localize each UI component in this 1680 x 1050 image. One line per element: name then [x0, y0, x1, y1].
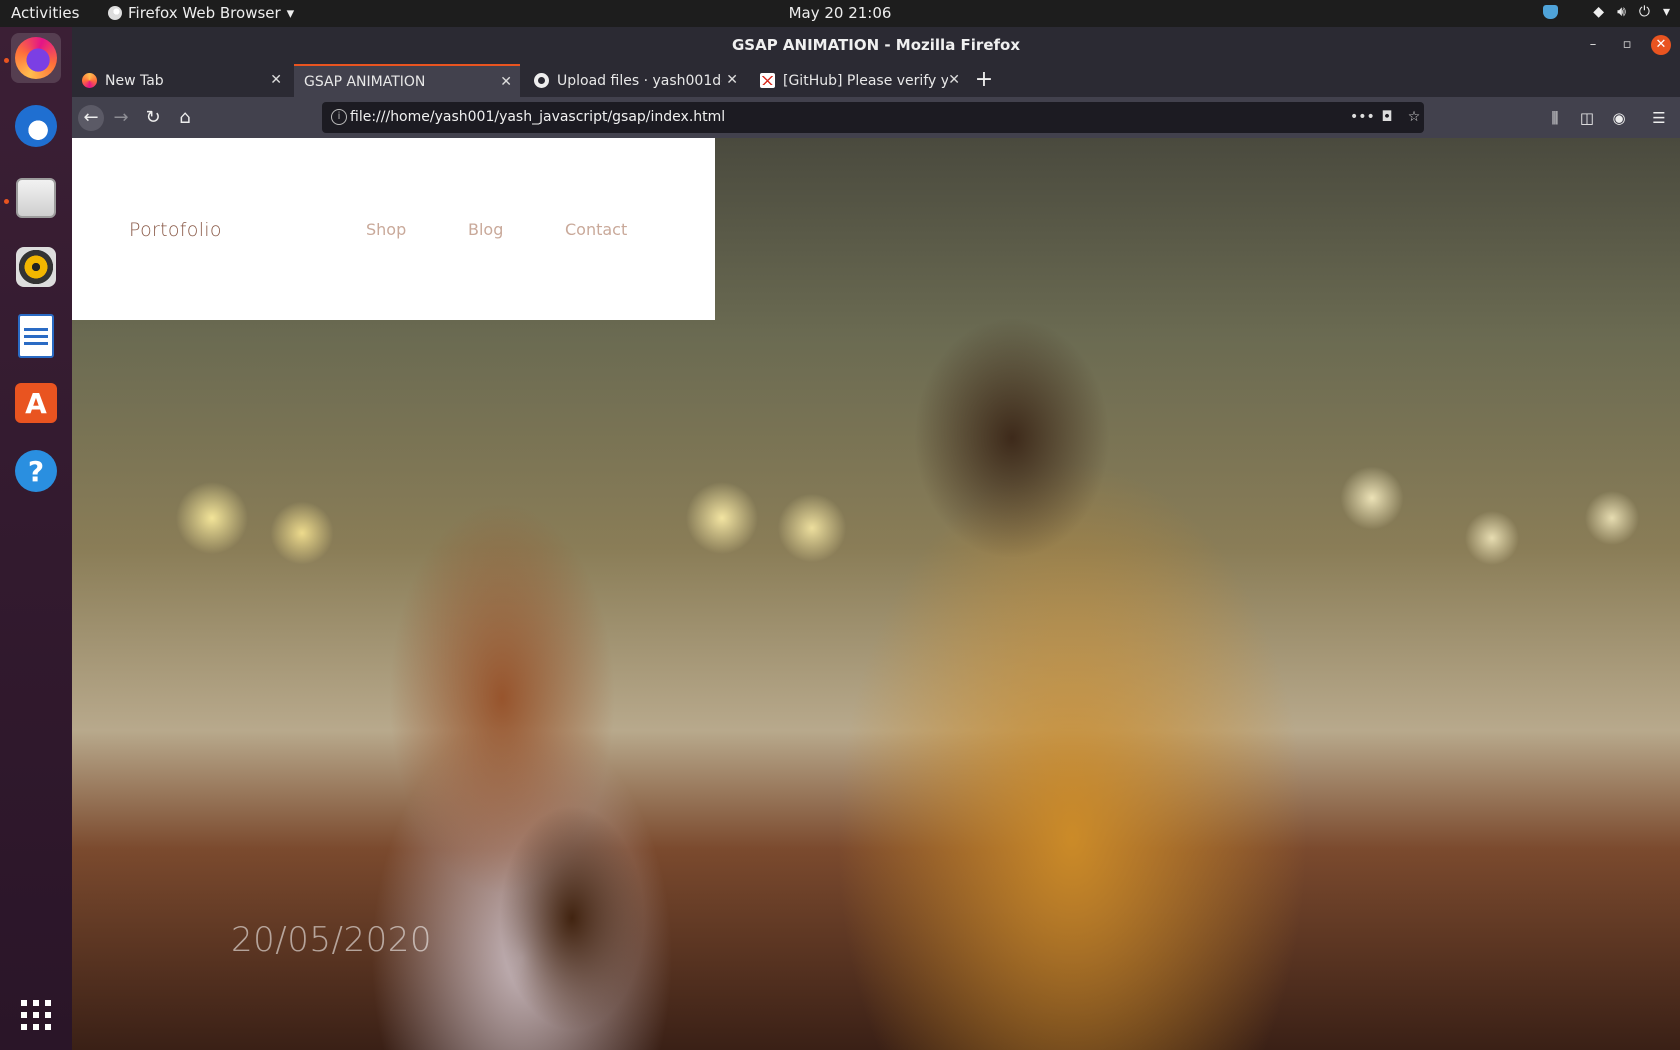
gmail-icon: [760, 73, 775, 88]
help-icon: ?: [15, 450, 57, 492]
reload-button[interactable]: ↻: [140, 105, 166, 131]
close-tab-icon[interactable]: ✕: [270, 72, 282, 88]
info-icon[interactable]: i: [331, 109, 347, 125]
close-tab-icon[interactable]: ✕: [726, 72, 738, 88]
dock-help[interactable]: ?: [11, 446, 61, 496]
tab-github-verify[interactable]: [GitHub] Please verify yo ✕: [750, 64, 968, 97]
tab-label: New Tab: [105, 72, 164, 89]
library-icon[interactable]: ⫼: [1542, 105, 1568, 131]
ubuntu-dock: A ?: [0, 27, 72, 1050]
close-window-button[interactable]: ✕: [1651, 35, 1671, 55]
bookmark-star-icon[interactable]: ☆: [1404, 107, 1424, 127]
nav-link-shop[interactable]: Shop: [366, 220, 406, 239]
hero-date: 20/05/2020: [231, 920, 432, 960]
firefox-icon: [82, 73, 97, 88]
window-title: GSAP ANIMATION - Mozilla Firefox: [731, 36, 1021, 54]
navigation-toolbar: ← → ↻ ⌂ i file:///home/yash001/yash_java…: [72, 97, 1680, 138]
activities-button[interactable]: Activities: [11, 4, 79, 22]
tab-upload-files[interactable]: Upload files · yash001de ✕: [524, 64, 746, 97]
maximize-button[interactable]: ▫: [1617, 35, 1637, 55]
app-menu-label: Firefox Web Browser: [128, 4, 281, 22]
close-tab-icon[interactable]: ✕: [500, 74, 512, 90]
hamburger-menu-icon[interactable]: ☰: [1646, 105, 1672, 131]
github-icon: [534, 73, 549, 88]
firefox-icon: [15, 37, 57, 79]
firefox-icon: [108, 6, 122, 20]
dock-files[interactable]: [11, 173, 61, 223]
thunderbird-icon: [15, 105, 57, 147]
close-tab-icon[interactable]: ✕: [948, 72, 960, 88]
chevron-down-icon[interactable]: ▾: [1663, 4, 1670, 20]
page-actions-icon[interactable]: •••: [1350, 107, 1375, 127]
site-brand-logo[interactable]: Portofolio: [129, 219, 222, 241]
gnome-top-bar: Activities Firefox Web Browser ▾ May 20 …: [0, 0, 1680, 27]
url-text[interactable]: file:///home/yash001/yash_javascript/gsa…: [350, 109, 725, 125]
show-applications-button[interactable]: [11, 990, 61, 1040]
wifi-icon[interactable]: ◆: [1593, 4, 1604, 20]
clock[interactable]: May 20 21:06: [789, 4, 892, 22]
nav-link-contact[interactable]: Contact: [565, 220, 627, 239]
minimize-button[interactable]: –: [1583, 35, 1603, 55]
dock-rhythmbox[interactable]: [11, 242, 61, 292]
back-button[interactable]: ←: [78, 105, 104, 131]
url-bar[interactable]: i file:///home/yash001/yash_javascript/g…: [322, 102, 1424, 133]
forward-button[interactable]: →: [108, 105, 134, 131]
update-icon[interactable]: [1543, 5, 1559, 19]
tab-label: GSAP ANIMATION: [304, 73, 426, 90]
window-titlebar[interactable]: GSAP ANIMATION - Mozilla Firefox – ▫ ✕: [72, 27, 1680, 64]
dock-writer[interactable]: [11, 311, 61, 361]
dock-software[interactable]: A: [11, 378, 61, 428]
sidebar-icon[interactable]: ◫: [1574, 105, 1600, 131]
rhythmbox-icon: [16, 247, 56, 287]
home-button[interactable]: ⌂: [172, 105, 198, 131]
account-icon[interactable]: ◉: [1606, 105, 1632, 131]
dock-thunderbird[interactable]: [11, 101, 61, 151]
app-menu[interactable]: Firefox Web Browser ▾: [108, 4, 294, 22]
files-icon: [16, 178, 56, 218]
running-indicator: [4, 58, 9, 63]
site-header: Portofolio Shop Blog Contact: [72, 138, 715, 320]
dock-firefox[interactable]: [11, 33, 61, 83]
chevron-down-icon: ▾: [286, 4, 295, 22]
software-center-icon: A: [15, 383, 57, 423]
tab-gsap-animation[interactable]: GSAP ANIMATION ✕: [294, 64, 520, 97]
running-indicator: [4, 199, 9, 204]
power-icon[interactable]: ⏻: [1639, 4, 1650, 20]
writer-icon: [18, 314, 54, 358]
tab-label: Upload files · yash001de: [557, 72, 722, 89]
system-tray[interactable]: ◆ 🔊︎ ⏻ ▾: [1543, 4, 1670, 20]
pocket-icon[interactable]: ◘: [1377, 107, 1397, 127]
app-grid-icon: [20, 999, 52, 1031]
tab-new-tab[interactable]: New Tab ✕: [72, 64, 290, 97]
new-tab-button[interactable]: +: [972, 68, 996, 92]
tab-strip: New Tab ✕ GSAP ANIMATION ✕ Upload files …: [72, 64, 1680, 97]
tab-label: [GitHub] Please verify yo: [783, 72, 948, 89]
volume-icon[interactable]: 🔊︎: [1617, 4, 1626, 20]
nav-link-blog[interactable]: Blog: [468, 220, 503, 239]
page-viewport: Portofolio Shop Blog Contact 20/05/2020: [72, 138, 1680, 1050]
